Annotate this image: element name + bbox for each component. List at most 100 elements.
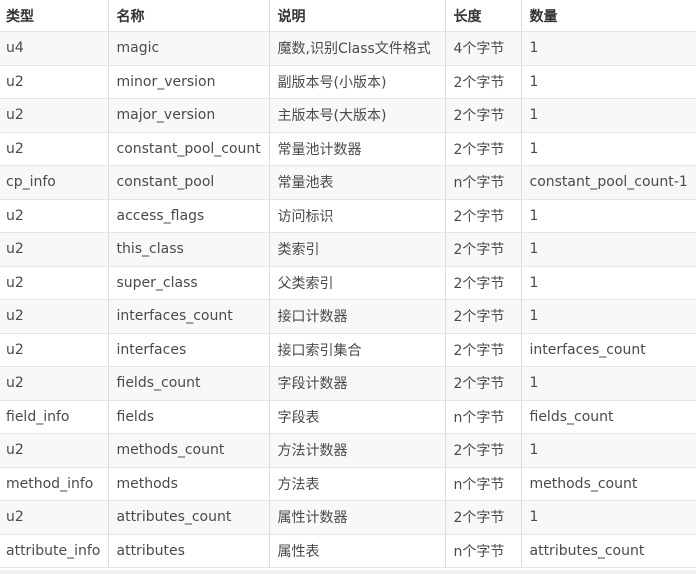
cell-description: 方法表 xyxy=(269,467,446,501)
table-row: u2 super_class 父类索引 2个字节 1 xyxy=(0,266,696,300)
cell-type: u2 xyxy=(0,199,109,233)
cell-description: 方法计数器 xyxy=(269,433,446,468)
cell-name: major_version xyxy=(108,98,270,133)
header-length: 长度 xyxy=(445,0,522,32)
cell-description: 父类索引 xyxy=(269,266,446,300)
cell-description: 字段计数器 xyxy=(269,366,446,401)
cell-count: 1 xyxy=(521,500,696,535)
table-row: u2 attributes_count 属性计数器 2个字节 1 xyxy=(0,500,696,535)
cell-count: 1 xyxy=(521,299,696,334)
cell-count: interfaces_count xyxy=(521,333,696,367)
cell-length: n个字节 xyxy=(445,400,522,434)
cell-description: 接口计数器 xyxy=(269,299,446,334)
cell-length: 2个字节 xyxy=(445,199,522,233)
cell-name: interfaces_count xyxy=(108,299,270,334)
cell-count: 1 xyxy=(521,232,696,267)
class-file-structure-table: 类型 名称 说明 长度 数量 u4 magic 魔数,识别Class文件格式 4个字节… xyxy=(0,0,696,568)
cell-type: u2 xyxy=(0,98,109,133)
cell-description: 访问标识 xyxy=(269,199,446,233)
cell-name: constant_pool_count xyxy=(108,132,270,166)
table-row: u2 major_version 主版本号(大版本) 2个字节 1 xyxy=(0,98,696,133)
cell-name: super_class xyxy=(108,266,270,300)
cell-type: cp_info xyxy=(0,165,109,200)
cell-length: 2个字节 xyxy=(445,98,522,133)
cell-description: 常量池计数器 xyxy=(269,132,446,166)
cell-name: magic xyxy=(108,31,270,66)
cell-description: 属性计数器 xyxy=(269,500,446,535)
cell-count: attributes_count xyxy=(521,534,696,568)
cell-type: u2 xyxy=(0,132,109,166)
cell-type: attribute_info xyxy=(0,534,109,568)
cell-description: 常量池表 xyxy=(269,165,446,200)
cell-type: u2 xyxy=(0,500,109,535)
cell-description: 主版本号(大版本) xyxy=(269,98,446,133)
cell-length: 2个字节 xyxy=(445,132,522,166)
cell-name: this_class xyxy=(108,232,270,267)
table-row: cp_info constant_pool 常量池表 n个字节 constant_poo… xyxy=(0,165,696,200)
cell-description: 字段表 xyxy=(269,400,446,434)
cell-name: attributes xyxy=(108,534,270,568)
cell-description: 属性表 xyxy=(269,534,446,568)
cell-length: n个字节 xyxy=(445,467,522,501)
table-row: u2 constant_pool_count 常量池计数器 2个字节 1 xyxy=(0,132,696,166)
cell-type: u2 xyxy=(0,333,109,367)
cell-name: methods xyxy=(108,467,270,501)
cell-length: 2个字节 xyxy=(445,333,522,367)
cell-length: n个字节 xyxy=(445,534,522,568)
table-row: method_info methods 方法表 n个字节 methods_count xyxy=(0,467,696,501)
cell-length: 2个字节 xyxy=(445,299,522,334)
cell-type: u2 xyxy=(0,65,109,99)
header-type: 类型 xyxy=(0,0,109,32)
table-row: u2 this_class 类索引 2个字节 1 xyxy=(0,232,696,267)
bottom-divider xyxy=(0,570,696,574)
cell-length: 4个字节 xyxy=(445,31,522,66)
cell-description: 魔数,识别Class文件格式 xyxy=(269,31,446,66)
cell-type: u4 xyxy=(0,31,109,66)
cell-length: 2个字节 xyxy=(445,232,522,267)
cell-count: constant_pool_count-1 xyxy=(521,165,696,200)
table-header-row: 类型 名称 说明 长度 数量 xyxy=(0,0,696,32)
cell-count: methods_count xyxy=(521,467,696,501)
cell-length: 2个字节 xyxy=(445,266,522,300)
table-row: u2 fields_count 字段计数器 2个字节 1 xyxy=(0,366,696,401)
cell-count: 1 xyxy=(521,98,696,133)
header-description: 说明 xyxy=(269,0,446,32)
cell-length: 2个字节 xyxy=(445,366,522,401)
cell-type: u2 xyxy=(0,366,109,401)
cell-name: fields_count xyxy=(108,366,270,401)
header-count: 数量 xyxy=(521,0,696,32)
cell-count: 1 xyxy=(521,132,696,166)
cell-description: 接口索引集合 xyxy=(269,333,446,367)
cell-count: 1 xyxy=(521,65,696,99)
cell-name: attributes_count xyxy=(108,500,270,535)
table-row: field_info fields 字段表 n个字节 fields_count xyxy=(0,400,696,434)
cell-length: 2个字节 xyxy=(445,65,522,99)
cell-name: methods_count xyxy=(108,433,270,468)
table-row: u2 interfaces_count 接口计数器 2个字节 1 xyxy=(0,299,696,334)
cell-type: u2 xyxy=(0,232,109,267)
table-row: u2 methods_count 方法计数器 2个字节 1 xyxy=(0,433,696,468)
cell-type: method_info xyxy=(0,467,109,501)
cell-type: u2 xyxy=(0,299,109,334)
cell-description: 类索引 xyxy=(269,232,446,267)
cell-name: minor_version xyxy=(108,65,270,99)
cell-name: fields xyxy=(108,400,270,434)
cell-length: n个字节 xyxy=(445,165,522,200)
table-row: u2 interfaces 接口索引集合 2个字节 interfaces_count xyxy=(0,333,696,367)
cell-type: u2 xyxy=(0,433,109,468)
cell-name: constant_pool xyxy=(108,165,270,200)
cell-type: field_info xyxy=(0,400,109,434)
cell-count: 1 xyxy=(521,366,696,401)
cell-count: 1 xyxy=(521,266,696,300)
cell-name: interfaces xyxy=(108,333,270,367)
table-row: u2 access_flags 访问标识 2个字节 1 xyxy=(0,199,696,233)
table-row: u4 magic 魔数,识别Class文件格式 4个字节 1 xyxy=(0,31,696,66)
cell-count: fields_count xyxy=(521,400,696,434)
cell-type: u2 xyxy=(0,266,109,300)
cell-count: 1 xyxy=(521,31,696,66)
cell-name: access_flags xyxy=(108,199,270,233)
cell-length: 2个字节 xyxy=(445,433,522,468)
table-row: attribute_info attributes 属性表 n个字节 attribute… xyxy=(0,534,696,568)
header-name: 名称 xyxy=(108,0,270,32)
table-body: u4 magic 魔数,识别Class文件格式 4个字节 1 u2 minor_versio… xyxy=(0,31,696,568)
